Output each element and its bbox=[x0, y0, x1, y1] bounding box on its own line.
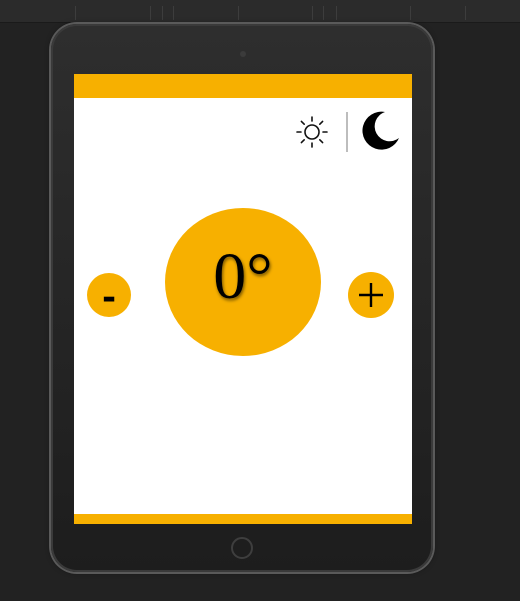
temperature-value: 0° bbox=[213, 240, 273, 313]
footer-bar bbox=[74, 514, 412, 524]
toolbar-separator bbox=[323, 6, 324, 20]
mode-divider bbox=[346, 112, 348, 152]
moon-icon[interactable] bbox=[356, 108, 402, 154]
plus-icon bbox=[359, 283, 383, 307]
toolbar-separator bbox=[410, 6, 411, 20]
header-bar bbox=[74, 74, 412, 98]
toolbar-separator bbox=[465, 6, 466, 20]
home-button[interactable] bbox=[231, 537, 253, 559]
day-night-switch bbox=[294, 108, 406, 152]
toolbar-separator bbox=[312, 6, 313, 20]
temperature-display: 0° bbox=[165, 208, 321, 356]
sun-icon[interactable] bbox=[294, 114, 330, 150]
tablet-frame: - 0° bbox=[51, 24, 433, 572]
toolbar-separator bbox=[150, 6, 151, 20]
decrease-label: - bbox=[101, 278, 117, 318]
editor-toolbar-strip bbox=[0, 0, 520, 23]
toolbar-separator bbox=[173, 6, 174, 20]
thermostat-screen: - 0° bbox=[74, 74, 412, 524]
toolbar-separator bbox=[238, 6, 239, 20]
toolbar-separator bbox=[336, 6, 337, 20]
toolbar-separator bbox=[75, 6, 76, 20]
front-camera bbox=[240, 51, 246, 57]
decrease-temperature-button[interactable]: - bbox=[87, 273, 131, 317]
increase-temperature-button[interactable] bbox=[348, 272, 394, 318]
toolbar-separator bbox=[162, 6, 163, 20]
